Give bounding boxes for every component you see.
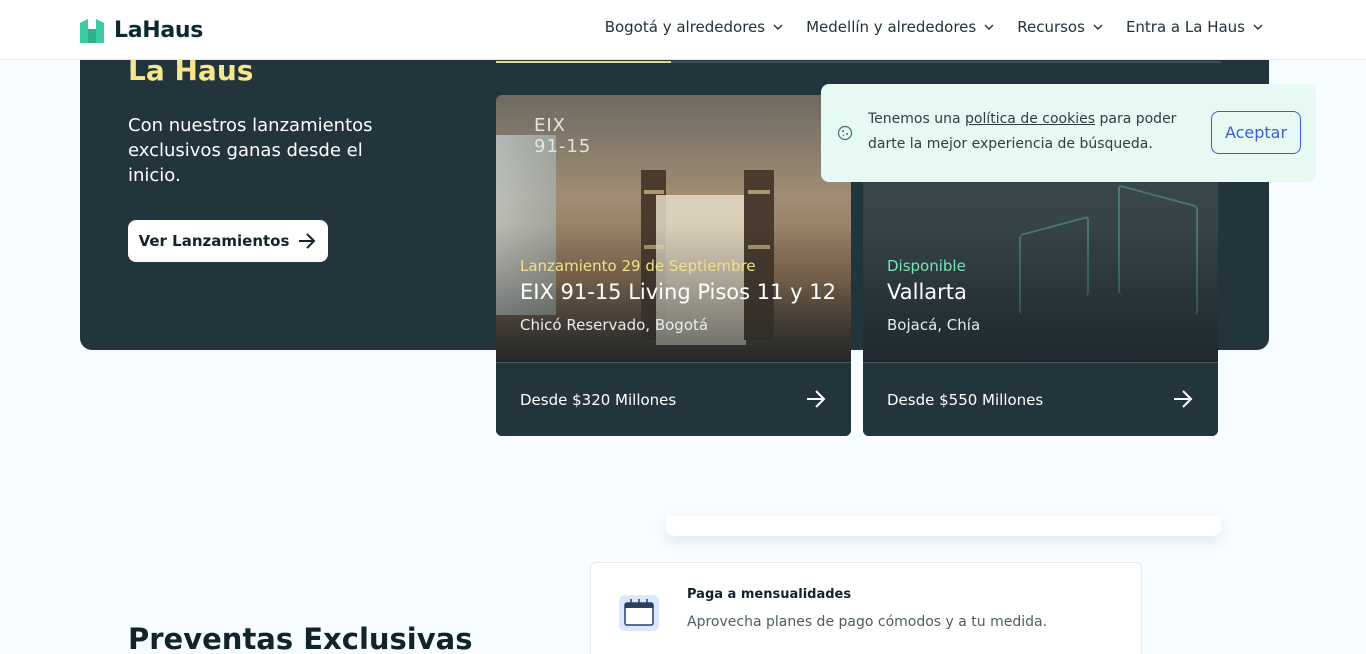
brand-name: LaHaus	[114, 17, 204, 43]
nav-item-label: Medellín y alrededores	[806, 18, 977, 36]
nav-item-label: Recursos	[1017, 18, 1085, 36]
cookie-text: Tenemos una	[868, 111, 965, 127]
card-location: Chicó Reservado, Bogotá	[520, 316, 709, 334]
nav-item-label: Entra a La Haus	[1125, 18, 1245, 36]
lahaus-logo[interactable]: LaHaus	[80, 17, 203, 43]
cookie-banner: Tenemos una política de cookies para pod…	[821, 84, 1316, 182]
nav-item-label: Bogotá y alrededores	[604, 18, 766, 36]
room-light	[748, 190, 770, 194]
cookie-message: Tenemos una política de cookies para pod…	[868, 107, 1198, 157]
nav-item-medellin[interactable]: Medellín y alrededores	[806, 18, 995, 36]
card-title: Vallarta	[887, 280, 967, 304]
feature-card: Paga a mensualidades Aprovecha planes de…	[590, 562, 1142, 654]
nav-item-bogota[interactable]: Bogotá y alrededores	[605, 18, 784, 36]
arrow-right-icon[interactable]	[805, 388, 827, 410]
hero-subtitle: Con nuestros lanzamientos exclusivos gan…	[128, 115, 373, 186]
nav-item-entra[interactable]: Entra a La Haus	[1126, 18, 1264, 36]
cookie-icon	[837, 125, 853, 141]
card-location: Bojacá, Chía	[887, 316, 981, 334]
eix-logo: EIX 91-15	[534, 115, 591, 157]
arrow-right-icon[interactable]	[1172, 388, 1194, 410]
card-footer: Desde $320 Millones	[496, 362, 851, 436]
project-card[interactable]: EIX 91-15 Lanzamiento 29 de Septiembre E…	[496, 95, 851, 436]
card-panel-edge	[666, 516, 1221, 536]
lahaus-logo-icon	[80, 19, 104, 43]
card-price: Desde $320 Millones	[520, 391, 677, 409]
cookie-policy-link[interactable]: política de cookies	[965, 111, 1095, 127]
card-status: Disponible	[887, 257, 966, 275]
card-price: Desde $550 Millones	[887, 391, 1044, 409]
top-header: LaHaus Bogotá y alrededores Medellín y a…	[0, 0, 1366, 60]
accept-cookies-button[interactable]: Aceptar	[1211, 111, 1301, 154]
chevron-down-icon	[773, 24, 783, 30]
carousel-progress-active	[496, 61, 671, 63]
logo-text: EIX	[534, 115, 567, 136]
chevron-down-icon	[1093, 24, 1103, 30]
feature-title: Paga a mensualidades	[687, 587, 852, 602]
card-status: Lanzamiento 29 de Septiembre	[520, 257, 756, 275]
section-title: Preventas Exclusivas	[128, 622, 473, 654]
feature-description: Aprovecha planes de pago cómodos y a tu …	[687, 614, 1048, 630]
calendar-icon	[619, 595, 659, 631]
logo-sub: 91-15	[534, 136, 592, 157]
button-label: Ver Lanzamientos	[138, 232, 290, 250]
main-nav: Bogotá y alrededores Medellín y alrededo…	[605, 18, 1264, 36]
project-image: EIX 91-15 Lanzamiento 29 de Septiembre E…	[496, 95, 851, 362]
card-footer: Desde $550 Millones	[863, 362, 1218, 436]
nav-item-recursos[interactable]: Recursos	[1017, 18, 1104, 36]
card-title: EIX 91-15 Living Pisos 11 y 12	[520, 280, 836, 304]
room-light	[644, 190, 664, 194]
arrow-right-icon	[299, 233, 316, 249]
chevron-down-icon	[1253, 24, 1263, 30]
ver-lanzamientos-button[interactable]: Ver Lanzamientos	[128, 220, 328, 262]
chevron-down-icon	[984, 24, 994, 30]
carousel-progress	[496, 61, 1221, 63]
